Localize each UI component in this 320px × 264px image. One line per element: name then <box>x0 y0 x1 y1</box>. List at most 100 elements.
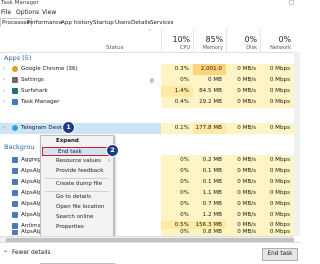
step-badge-1: 1 <box>62 121 75 134</box>
network-cell: 0 Mbps <box>260 97 294 108</box>
chevron-up-icon[interactable]: ⌃ <box>3 250 8 257</box>
cpu-cell: 0% <box>161 177 193 188</box>
context-menu-open-file-location[interactable]: Open file location <box>41 203 113 212</box>
header-memory[interactable]: 85% Memory <box>193 28 227 52</box>
step-badge-2: 2 <box>106 144 119 157</box>
disk-cell: 0 MB/s <box>226 177 260 188</box>
memory-cell: 0.1 MB <box>193 177 226 188</box>
disk-cell: 0 MB/s <box>226 229 260 236</box>
disk-cell: 0 MB/s <box>226 97 260 108</box>
maximize-icon[interactable]: □ <box>289 0 294 6</box>
memory-cell: 177.8 MB <box>193 123 226 134</box>
background-section-title[interactable]: Backgrou <box>4 143 35 151</box>
tab-startup[interactable]: Startup <box>92 19 115 27</box>
context-menu-expand[interactable]: Expand <box>41 137 113 146</box>
tab-services[interactable]: Services <box>149 19 175 27</box>
app-icon <box>12 157 18 163</box>
header-memory-label: Memory <box>202 45 223 51</box>
context-menu-provide-feedback[interactable]: Provide feedback <box>41 167 113 176</box>
resource-values-label: Resource values <box>56 158 101 164</box>
process-name: AlpsAlp <box>21 229 42 235</box>
cpu-cell: 0% <box>161 199 193 210</box>
fewer-details-link[interactable]: Fewer details <box>12 250 50 256</box>
process-name: Task Manager <box>21 99 60 105</box>
memory-cell: 0.2 MB <box>193 155 226 166</box>
context-menu-resource-values[interactable]: Resource values › <box>41 157 113 166</box>
context-menu-search-online[interactable]: Search online <box>41 213 113 222</box>
shark-icon <box>12 88 18 94</box>
memory-cell: 156.3 MB <box>193 221 226 229</box>
header-cpu[interactable]: 10% CPU <box>161 28 194 52</box>
column-header: ⌃ Status 10% CPU 85% Memory 0% Disk 0% N… <box>0 28 300 53</box>
menu-bar: File Options View <box>0 8 300 18</box>
context-menu-divider <box>45 191 109 192</box>
network-cell: 0 Mbps <box>260 155 294 166</box>
header-network[interactable]: 0% Network <box>260 28 295 52</box>
tab-performance[interactable]: Performance <box>26 19 63 27</box>
header-status[interactable]: Status <box>106 45 124 51</box>
app-icon <box>12 230 18 235</box>
menu-view[interactable]: View <box>42 9 56 16</box>
disk-cell: 0 MB/s <box>226 64 260 75</box>
cpu-cell: 0% <box>161 188 193 199</box>
memory-cell: 1.2 MB <box>193 210 226 221</box>
header-disk-label: Disk <box>246 45 257 51</box>
context-menu-create-dump-file[interactable]: Create dump file <box>41 180 113 189</box>
network-cell: 0 Mbps <box>260 188 294 199</box>
vertical-scrollbar[interactable] <box>294 52 300 236</box>
expand-arrow-icon[interactable]: › <box>3 77 5 83</box>
cpu-cell: 0% <box>161 229 193 236</box>
process-name: Settings <box>21 77 44 83</box>
process-row[interactable]: › Settings φ 0% 0 MB 0 MB/s 0 Mbps <box>0 75 300 86</box>
header-memory-pct: 85% <box>205 35 223 44</box>
memory-cell: 0.8 MB <box>193 229 226 236</box>
process-name: AlpsAlp <box>21 190 42 196</box>
cpu-cell: 0.3% <box>161 64 193 75</box>
cpu-cell: 0% <box>161 75 193 86</box>
context-menu-properties[interactable]: Properties <box>41 223 113 232</box>
header-network-label: Network <box>270 45 291 51</box>
menu-options[interactable]: Options <box>16 9 39 16</box>
process-name: AlpsAlp <box>21 201 42 207</box>
cpu-cell: 0% <box>161 210 193 221</box>
process-row[interactable]: › Surfshark 1.4% 84.5 MB 0 MB/s 0 Mbps <box>0 86 300 97</box>
apps-section-title[interactable]: Apps (5) <box>4 54 31 62</box>
context-menu-end-task[interactable]: End task <box>42 147 110 156</box>
cpu-cell: 0.5% <box>161 221 193 229</box>
process-row-selected[interactable]: › Telegram Deskto 0.1% 177.8 MB 0 MB/s 0… <box>0 123 300 134</box>
disk-cell: 0 MB/s <box>226 188 260 199</box>
cpu-cell: 1.4% <box>161 86 193 97</box>
end-task-button[interactable]: End task <box>262 248 298 261</box>
expand-arrow-icon[interactable]: › <box>3 99 5 105</box>
network-cell: 0 Mbps <box>260 123 294 134</box>
gear-icon <box>12 77 18 83</box>
header-disk[interactable]: 0% Disk <box>226 28 261 52</box>
network-cell: 0 Mbps <box>260 64 294 75</box>
expand-arrow-icon[interactable]: › <box>3 88 5 94</box>
network-cell: 0 Mbps <box>260 210 294 221</box>
app-icon <box>12 212 18 218</box>
network-cell: 0 Mbps <box>260 229 294 236</box>
process-name: Aggreg <box>21 157 42 163</box>
menu-file[interactable]: File <box>1 9 11 16</box>
expand-arrow-icon[interactable]: › <box>3 66 5 72</box>
process-name: AlpsAlp <box>21 179 42 185</box>
process-row[interactable]: › Google Chrome (36) 0.3% 2,001.0 MB 0 M… <box>0 64 300 83</box>
disk-cell: 0 MB/s <box>226 123 260 134</box>
context-menu-go-to-details[interactable]: Go to details <box>41 193 113 202</box>
process-row[interactable]: › Task Manager 0.4% 29.2 MB 0 MB/s 0 Mbp… <box>0 97 300 108</box>
network-cell: 0 Mbps <box>260 75 294 86</box>
cpu-cell: 0.4% <box>161 97 193 108</box>
task-manager-icon <box>12 99 18 105</box>
tab-app-history[interactable]: App history <box>60 19 94 27</box>
disk-cell: 0 MB/s <box>226 86 260 97</box>
header-cpu-label: CPU <box>179 45 190 51</box>
header-network-pct: 0% <box>278 35 291 44</box>
window-title: Task Manager <box>1 0 39 6</box>
expand-arrow-icon[interactable]: › <box>3 125 5 131</box>
cpu-cell: 0% <box>161 166 193 177</box>
process-name: AlpsAlp <box>21 168 42 174</box>
context-menu-divider <box>45 178 109 179</box>
title-bar: Task Manager □ <box>0 0 300 8</box>
process-name: AlpsAlp <box>21 212 42 218</box>
